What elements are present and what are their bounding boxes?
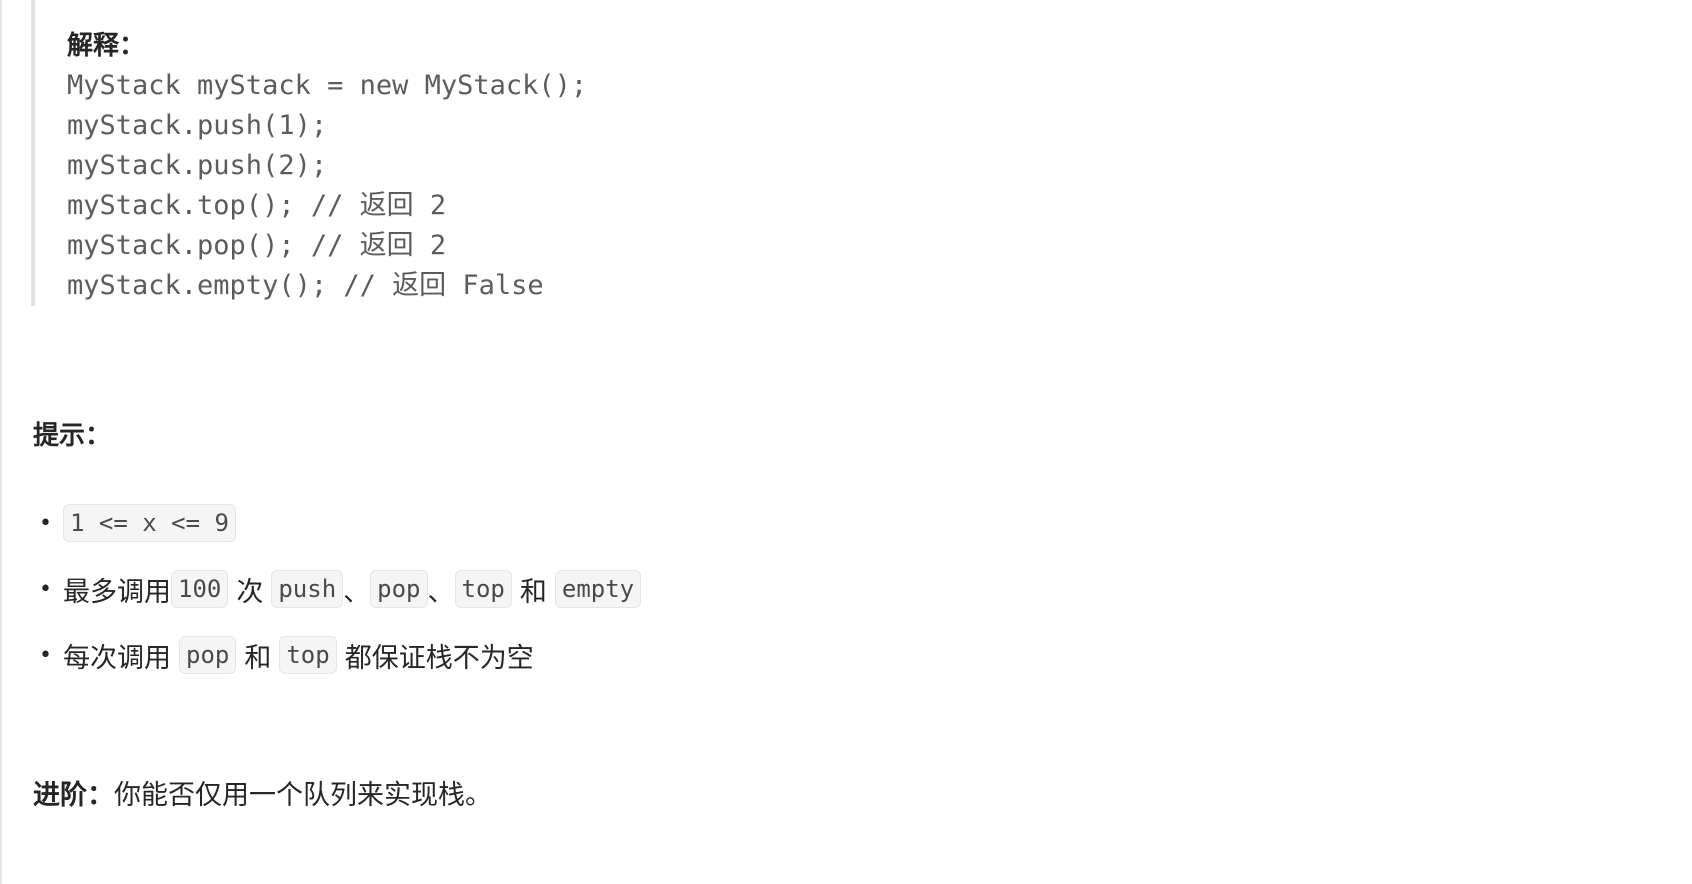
code-line: myStack.top(); // 返回 2 (67, 190, 447, 221)
inline-code: pop (370, 570, 428, 608)
hint-item-range: • 1 <= x <= 9 (33, 490, 641, 556)
inline-code: 1 <= x <= 9 (63, 504, 236, 542)
hints-list: • 1 <= x <= 9 • 最多调用 100 次 push 、 pop 、 … (33, 490, 642, 688)
bullet-icon: • (39, 510, 52, 536)
page-left-border (0, 0, 2, 884)
explanation-code: MyStack myStack = new MyStack(); myStack… (67, 66, 587, 306)
code-line: myStack.push(2); (67, 150, 328, 181)
explanation-title: 解释： (67, 31, 146, 61)
hint-text: 每次调用 (63, 642, 171, 674)
advanced-label: 进阶： (33, 780, 114, 811)
code-line: myStack.pop(); // 返回 2 (67, 230, 447, 261)
advanced-note: 进阶：你能否仅用一个队列来实现栈。 (33, 778, 492, 814)
hint-text: 最多调用 (63, 576, 171, 608)
hint-text: 次 (236, 576, 264, 608)
hint-text: 和 (244, 642, 272, 674)
hint-separator: 、 (343, 576, 371, 608)
hints-title: 提示： (33, 421, 112, 451)
code-line: myStack.empty(); // 返回 False (67, 270, 544, 301)
hint-item-call-limit: • 最多调用 100 次 push 、 pop 、 top 和 empty (33, 556, 642, 622)
explanation-blockquote: 解释： MyStack myStack = new MyStack(); myS… (31, 0, 931, 306)
code-line: MyStack myStack = new MyStack(); (67, 70, 588, 101)
hint-text: 和 (519, 576, 547, 608)
inline-code: push (271, 570, 344, 608)
bullet-icon: • (39, 576, 52, 602)
code-line: myStack.push(1); (67, 110, 328, 141)
advanced-text: 你能否仅用一个队列来实现栈。 (114, 780, 492, 811)
inline-code: 100 (171, 570, 229, 608)
inline-code: pop (179, 636, 237, 674)
inline-code: top (279, 636, 337, 674)
hint-item-nonempty: • 每次调用 pop 和 top 都保证栈不为空 (33, 622, 641, 688)
hint-text: 都保证栈不为空 (344, 642, 534, 674)
inline-code: empty (554, 570, 642, 608)
inline-code: top (454, 570, 512, 608)
bullet-icon: • (39, 642, 52, 668)
hint-separator: 、 (427, 576, 455, 608)
